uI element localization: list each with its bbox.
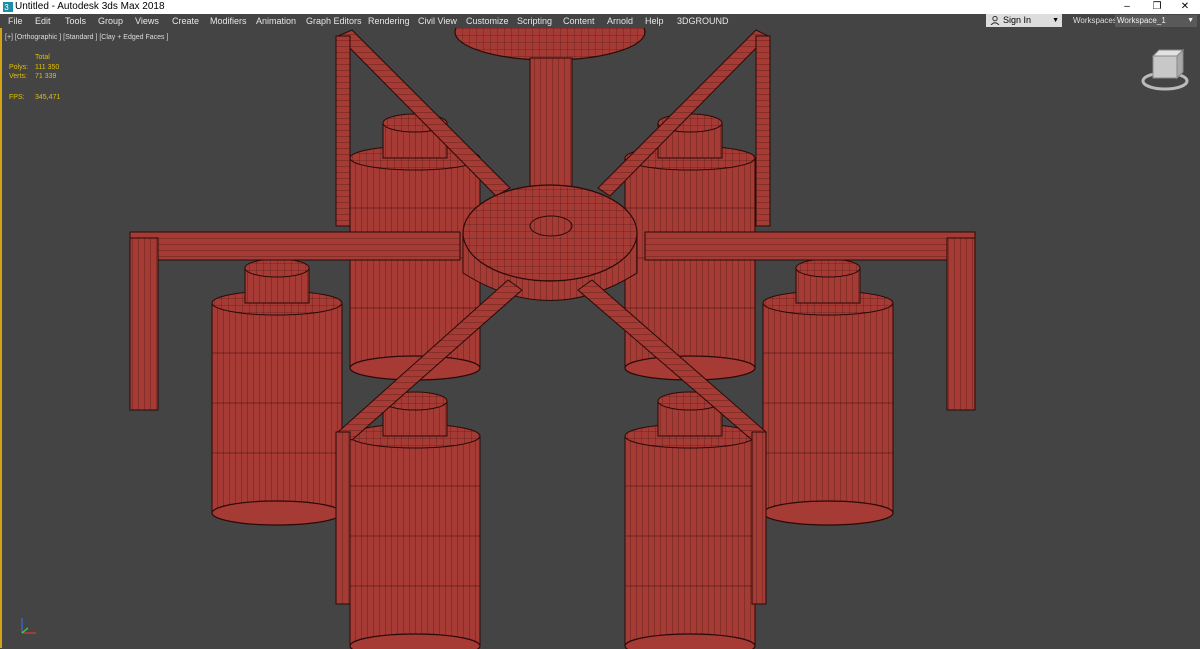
workspace-select[interactable]: Workspace_1 ▼ bbox=[1115, 15, 1197, 27]
axis-tripod-icon bbox=[21, 618, 36, 634]
workspaces-label: Workspaces: bbox=[1073, 16, 1120, 25]
sign-in-label: Sign In bbox=[1003, 15, 1032, 25]
user-icon bbox=[990, 16, 1000, 25]
menu-edit[interactable]: Edit bbox=[35, 15, 51, 27]
arm-right[interactable] bbox=[644, 231, 976, 261]
menu-3dground[interactable]: 3DGROUND bbox=[677, 15, 729, 27]
menu-scripting[interactable]: Scripting bbox=[517, 15, 552, 27]
bottle-right[interactable] bbox=[762, 258, 894, 526]
arm-left-drop[interactable] bbox=[129, 237, 159, 411]
menu-graph-editors[interactable]: Graph Editors bbox=[306, 15, 362, 27]
title-bar: 3 Untitled - Autodesk 3ds Max 2018 – ❐ ✕ bbox=[0, 0, 1200, 14]
window-title: Untitled - Autodesk 3ds Max 2018 bbox=[15, 1, 165, 12]
close-button[interactable]: ✕ bbox=[1170, 0, 1200, 14]
bottle-left[interactable] bbox=[211, 258, 343, 526]
chevron-down-icon: ▼ bbox=[1187, 17, 1194, 24]
menu-views[interactable]: Views bbox=[135, 15, 159, 27]
maximize-button[interactable]: ❐ bbox=[1142, 0, 1172, 14]
sign-in-dropdown[interactable]: Sign In ▼ bbox=[986, 14, 1062, 27]
minimize-button[interactable]: – bbox=[1112, 0, 1142, 14]
viewcube-icon[interactable] bbox=[1141, 48, 1189, 91]
workspace-value: Workspace_1 bbox=[1117, 16, 1166, 25]
arm-back-left-drop[interactable] bbox=[335, 35, 351, 227]
arm-right-drop[interactable] bbox=[946, 237, 976, 411]
menu-group[interactable]: Group bbox=[98, 15, 123, 27]
fps-value: 345,471 bbox=[35, 94, 61, 101]
menu-arnold[interactable]: Arnold bbox=[607, 15, 633, 27]
arm-front-right-drop[interactable] bbox=[751, 431, 767, 605]
bottle-front-left[interactable] bbox=[349, 391, 481, 649]
menu-create[interactable]: Create bbox=[172, 15, 199, 27]
polys-value: 111 350 bbox=[35, 64, 60, 71]
arm-left[interactable] bbox=[129, 231, 461, 261]
menu-tools[interactable]: Tools bbox=[65, 15, 86, 27]
menu-modifiers[interactable]: Modifiers bbox=[210, 15, 247, 27]
menu-file[interactable]: File bbox=[8, 15, 23, 27]
bottle-front-right[interactable] bbox=[624, 391, 756, 649]
svg-text:3: 3 bbox=[4, 3, 9, 12]
stats-header: Total bbox=[35, 54, 50, 61]
menu-help[interactable]: Help bbox=[645, 15, 664, 27]
polys-label: Polys: bbox=[9, 64, 29, 71]
ceiling-canopy[interactable] bbox=[454, 28, 646, 61]
perspective-viewport[interactable]: [+] [Orthographic ] [Standard ] [Clay + … bbox=[0, 28, 1200, 649]
menu-animation[interactable]: Animation bbox=[256, 15, 296, 27]
fps-label: FPS: bbox=[9, 94, 25, 101]
verts-label: Verts: bbox=[9, 73, 27, 80]
3dsmax-app-icon[interactable]: 3 bbox=[3, 2, 13, 12]
menu-civil-view[interactable]: Civil View bbox=[418, 15, 457, 27]
chandelier-model[interactable] bbox=[0, 28, 1200, 649]
menu-content[interactable]: Content bbox=[563, 15, 595, 27]
viewport-label-menu[interactable]: [+] [Orthographic ] [Standard ] [Clay + … bbox=[5, 34, 168, 41]
arm-front-left-drop[interactable] bbox=[335, 431, 351, 605]
verts-value: 71 339 bbox=[35, 73, 57, 80]
menu-customize[interactable]: Customize bbox=[466, 15, 509, 27]
arm-back-right-drop[interactable] bbox=[755, 35, 771, 227]
menu-rendering[interactable]: Rendering bbox=[368, 15, 410, 27]
chevron-down-icon: ▼ bbox=[1052, 17, 1059, 24]
